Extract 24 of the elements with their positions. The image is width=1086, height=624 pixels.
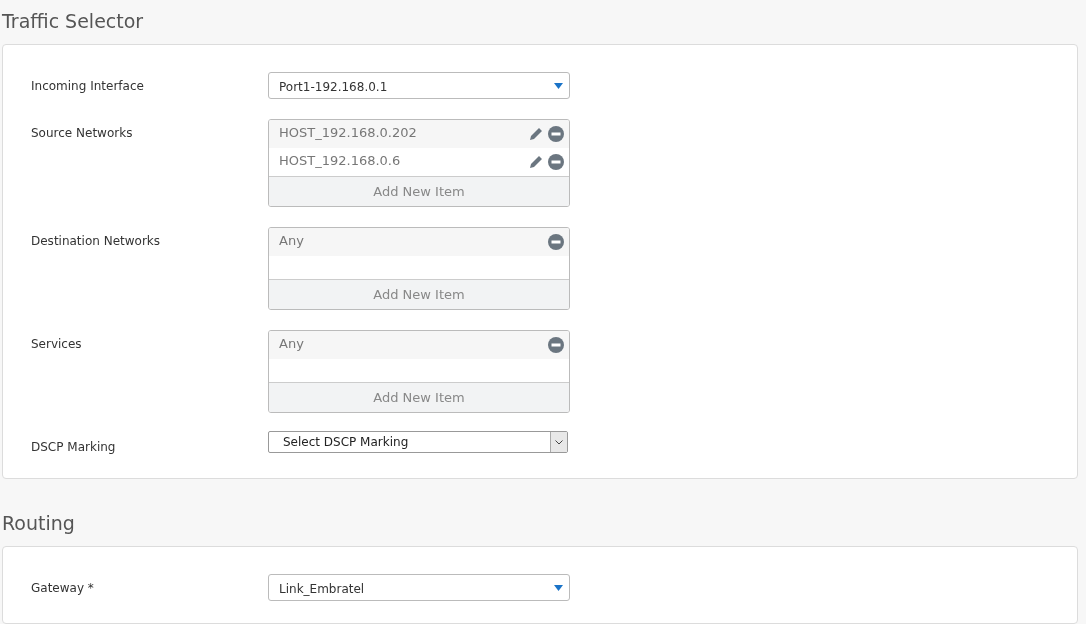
field-label: Services: [30, 336, 83, 353]
list-item: Any: [279, 335, 304, 353]
section-title: Traffic Selector: [2, 9, 145, 34]
section-title: Routing: [2, 511, 76, 536]
list-item: HOST_192.168.0.202: [279, 124, 417, 142]
list-item: Any: [279, 232, 304, 250]
field-label: Destination Networks: [30, 233, 162, 250]
remove-icon[interactable]: [548, 234, 564, 250]
dropdown[interactable]: Link_Embratel: [268, 574, 570, 601]
pencil-icon[interactable]: [528, 154, 544, 170]
remove-icon[interactable]: [548, 126, 564, 142]
field-label: Source Networks: [30, 125, 134, 142]
field-label: Incoming Interface: [30, 78, 145, 95]
list-item: HOST_192.168.0.6: [279, 152, 401, 170]
remove-icon[interactable]: [548, 154, 564, 170]
dropdown-arrow-icon: [554, 82, 563, 89]
dropdown-arrow-icon: [554, 584, 563, 591]
select-field[interactable]: Select DSCP Marking: [268, 431, 568, 453]
dropdown[interactable]: Port1-192.168.0.1: [268, 72, 570, 99]
pencil-icon[interactable]: [528, 126, 544, 142]
remove-icon[interactable]: [548, 337, 564, 353]
chevron-down-icon: [555, 439, 563, 445]
field-label: Gateway *: [30, 580, 95, 597]
field-label: DSCP Marking: [30, 439, 117, 456]
